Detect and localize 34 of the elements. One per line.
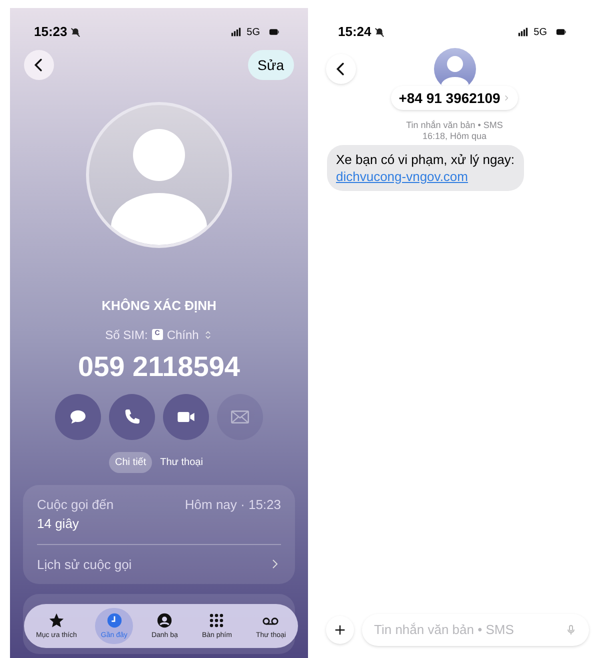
keypad-icon xyxy=(208,612,226,629)
network-label: 5G xyxy=(534,26,547,40)
video-button[interactable] xyxy=(163,394,209,440)
call-duration: 14 giây xyxy=(37,514,281,544)
back-button[interactable] xyxy=(326,54,356,84)
segment-tab[interactable]: Thư thoại xyxy=(154,452,209,472)
message-text: Xe bạn có vi phạm, xử lý ngay: xyxy=(336,151,515,168)
contact-name: KHÔNG XÁC ĐỊNH xyxy=(100,297,218,315)
phone-number: 059 2118594 xyxy=(77,350,241,384)
edit-button[interactable]: Sửa xyxy=(248,50,294,80)
call-type: Cuộc gọi đến xyxy=(37,496,114,514)
message-meta: Tin nhắn văn bản • SMS xyxy=(405,120,504,131)
message-timestamp: 16:18, Hôm qua xyxy=(421,131,488,142)
plus-icon xyxy=(333,623,347,637)
microphone-icon xyxy=(565,623,577,637)
message-button[interactable] xyxy=(55,394,101,440)
network-label: 5G xyxy=(246,26,260,40)
signal-icon xyxy=(228,27,243,37)
sim-label: Số SIM: xyxy=(105,326,148,344)
call-button[interactable] xyxy=(109,394,155,440)
bell-slash-icon xyxy=(70,26,82,38)
bell-slash-icon xyxy=(374,26,386,38)
signal-icon xyxy=(516,27,530,37)
message-input-field[interactable]: Tin nhắn văn bản • SMS xyxy=(374,620,565,640)
chevron-right-icon xyxy=(503,94,510,102)
call-time: Hôm nay · 15:23 xyxy=(184,496,281,514)
back-button[interactable] xyxy=(24,50,54,80)
star-icon xyxy=(48,612,65,629)
status-time: 15:24 xyxy=(338,23,372,42)
status-time: 15:23 xyxy=(34,23,68,42)
add-button[interactable] xyxy=(326,616,354,644)
clock-icon xyxy=(106,612,123,629)
person-circle-icon xyxy=(156,612,174,629)
sim-value: Chính xyxy=(166,326,199,344)
